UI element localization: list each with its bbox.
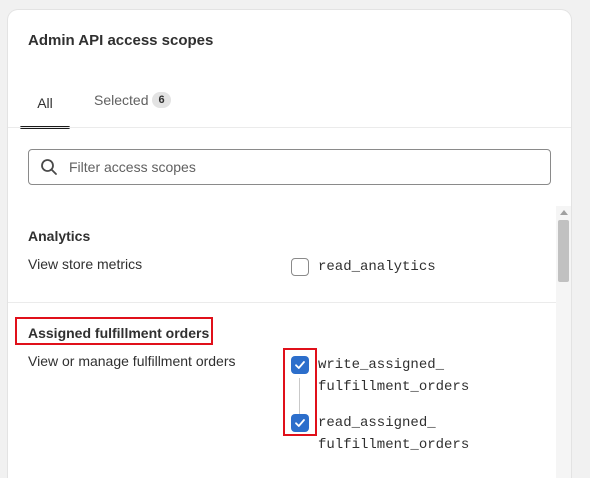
- search-field[interactable]: [28, 149, 551, 185]
- scope-read-assigned-line1: read_assigned_: [318, 415, 436, 431]
- scroll-up-arrow-icon[interactable]: [560, 210, 568, 215]
- highlight-checkboxes: [283, 348, 317, 436]
- row-divider: [8, 302, 556, 303]
- tab-all[interactable]: All: [20, 88, 70, 128]
- access-scopes-card: Admin API access scopes All Selected 6 A…: [8, 10, 571, 478]
- section-title-analytics: Analytics: [28, 228, 91, 244]
- search-icon: [41, 159, 57, 175]
- search-input[interactable]: [69, 159, 529, 175]
- card-title: Admin API access scopes: [28, 32, 214, 49]
- tabs-divider: [8, 127, 571, 128]
- scrollbar[interactable]: [556, 206, 571, 478]
- section-desc-assigned-fulfillment: View or manage fulfillment orders: [28, 353, 236, 369]
- section-desc-analytics: View store metrics: [28, 256, 143, 272]
- tab-all-label: All: [37, 95, 53, 111]
- tab-selected[interactable]: Selected 6: [94, 92, 171, 108]
- scrollbar-thumb[interactable]: [558, 220, 569, 282]
- scope-write-assigned-line1: write_assigned_: [318, 357, 445, 373]
- highlight-section-title: [15, 317, 213, 345]
- selected-count-badge: 6: [152, 92, 171, 108]
- scope-read-assigned-line2: fulfillment_orders: [318, 437, 470, 453]
- read-analytics-checkbox[interactable]: [291, 258, 309, 276]
- scope-read-analytics: read_analytics: [318, 259, 436, 275]
- tab-selected-label: Selected: [94, 92, 149, 108]
- scope-write-assigned-line2: fulfillment_orders: [318, 379, 470, 395]
